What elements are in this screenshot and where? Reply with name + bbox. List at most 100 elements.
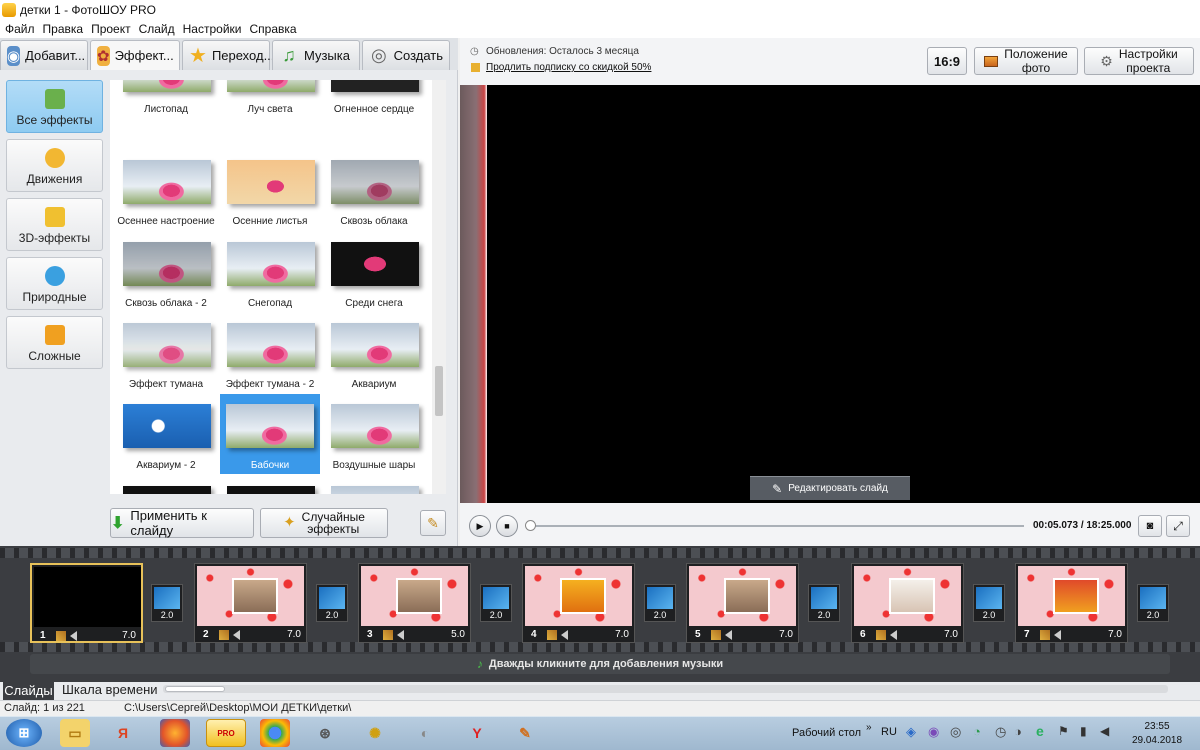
category-all-effects[interactable]: Все эффекты xyxy=(6,80,103,133)
system-clock[interactable]: 23:55 29.04.2018 xyxy=(1122,720,1192,748)
music-hint-text: Дважды кликните для добавления музыки xyxy=(488,658,724,670)
effect-item[interactable]: Снегопад xyxy=(216,240,316,318)
effects-scroll-thumb[interactable] xyxy=(435,366,443,416)
tab-add[interactable]: ◉ Добавит... xyxy=(0,40,88,70)
player-taskbar-icon[interactable]: ✺ xyxy=(360,719,390,747)
photo-position-button[interactable]: Положение фото xyxy=(974,47,1078,75)
start-button[interactable]: ⊞ xyxy=(6,719,42,747)
speaker-taskbar-icon[interactable]: ◐ xyxy=(410,719,440,747)
tab-timeline[interactable]: Шкала времени xyxy=(62,682,158,697)
effect-item[interactable]: Сквозь облака xyxy=(320,158,420,236)
paint-taskbar-icon[interactable]: ✎ xyxy=(510,719,540,747)
transition-thumb[interactable]: 2.0 xyxy=(973,584,1005,622)
menu-settings[interactable]: Настройки xyxy=(183,22,242,36)
play-button[interactable]: ▶ xyxy=(469,515,491,537)
menu-edit[interactable]: Правка xyxy=(43,22,84,36)
effect-item[interactable]: Луч света xyxy=(216,80,316,124)
slide-thumb[interactable]: 4 7.0 xyxy=(522,563,635,643)
category-motion[interactable]: Движения xyxy=(6,139,103,192)
snapshot-button[interactable]: ◙ xyxy=(1138,515,1162,537)
effect-item[interactable]: Эффект тумана - 2 xyxy=(216,321,316,399)
effect-item[interactable] xyxy=(320,484,420,494)
slide-preview[interactable] xyxy=(460,85,1200,503)
effect-item[interactable]: Аквариум - 2 xyxy=(112,402,212,480)
chevron-icon[interactable]: » xyxy=(866,722,872,733)
explorer-taskbar-icon[interactable]: ▭ xyxy=(60,719,90,747)
tray-icon-6[interactable]: ◑ xyxy=(1014,724,1022,739)
tray-icon-5[interactable]: ◷ xyxy=(995,724,1006,740)
network-icon[interactable]: ▮ xyxy=(1080,724,1087,738)
effect-item[interactable]: Аквариум xyxy=(320,321,420,399)
aspect-ratio-button[interactable]: 16:9 xyxy=(927,47,967,75)
transition-thumb[interactable]: 2.0 xyxy=(480,584,512,622)
category-nature[interactable]: Природные xyxy=(6,257,103,310)
tab-music[interactable]: ♫ Музыка xyxy=(272,40,360,70)
category-3d[interactable]: 3D-эффекты xyxy=(6,198,103,251)
menu-slide[interactable]: Слайд xyxy=(139,22,175,36)
slide-thumb[interactable]: 1 7.0 xyxy=(30,563,143,643)
transition-thumb[interactable]: 2.0 xyxy=(808,584,840,622)
slide-thumb[interactable]: 6 7.0 xyxy=(851,563,964,643)
tray-icon-1[interactable]: ◈ xyxy=(906,724,916,740)
effect-item[interactable]: Сквозь облака - 2 xyxy=(112,240,212,318)
effect-item[interactable]: Среди снега xyxy=(320,240,420,318)
project-settings-button[interactable]: ⚙ Настройки проекта xyxy=(1084,47,1194,75)
timeline-scrollbar[interactable] xyxy=(163,685,1168,693)
fullscreen-button[interactable]: ⤢ xyxy=(1166,515,1190,537)
transition-thumb[interactable]: 2.0 xyxy=(151,584,183,622)
effects-scrollbar[interactable] xyxy=(432,80,446,494)
volume-icon[interactable]: ◀ xyxy=(1100,724,1109,738)
playback-handle[interactable] xyxy=(525,520,536,531)
tray-icon-4[interactable]: ◔ xyxy=(973,724,981,739)
edit-slide-button[interactable]: ✎ Редактировать слайд xyxy=(750,476,910,500)
flag-icon[interactable]: ⚑ xyxy=(1058,724,1069,738)
extend-subscription-link[interactable]: Продлить подписку со скидкой 50% xyxy=(486,62,651,73)
fotoshow-taskbar-icon[interactable]: PRO xyxy=(206,719,246,747)
menu-bar: Файл Правка Проект Слайд Настройки Справ… xyxy=(0,20,1200,38)
effect-item[interactable]: Воздушные шары xyxy=(320,402,420,480)
slide-thumb[interactable]: 7 7.0 xyxy=(1015,563,1128,643)
random-effects-button[interactable]: ✦ Случайные эффекты xyxy=(260,508,388,538)
category-label: Сложные xyxy=(28,349,81,363)
e-tray-icon[interactable]: e xyxy=(1036,723,1044,739)
menu-help[interactable]: Справка xyxy=(249,22,296,36)
effect-item[interactable] xyxy=(216,484,316,494)
chrome-taskbar-icon[interactable] xyxy=(260,719,290,747)
tab-transitions[interactable]: ★ Переход... xyxy=(182,40,274,70)
transition-thumb[interactable]: 2.0 xyxy=(644,584,676,622)
effect-item[interactable]: Осенние листья xyxy=(216,158,316,236)
media-taskbar-icon[interactable]: ⊛ xyxy=(310,719,340,747)
tab-slides[interactable]: Слайды xyxy=(3,680,54,700)
category-complex[interactable]: Сложные xyxy=(6,316,103,369)
effect-item[interactable]: Огненное сердце xyxy=(320,80,420,124)
viber-icon[interactable]: ◉ xyxy=(928,724,939,740)
transition-thumb[interactable]: 2.0 xyxy=(1137,584,1169,622)
slide-thumb[interactable]: 3 5.0 xyxy=(358,563,471,643)
timeline-scroll-thumb[interactable] xyxy=(165,686,225,692)
slide-thumb[interactable]: 2 7.0 xyxy=(194,563,307,643)
stop-button[interactable]: ■ xyxy=(496,515,518,537)
music-track-area[interactable]: ♪ Дважды кликните для добавления музыки xyxy=(30,654,1170,674)
slide-thumb[interactable]: 5 7.0 xyxy=(686,563,799,643)
yandex-browser-taskbar-icon[interactable]: Y xyxy=(462,719,492,747)
effect-item[interactable]: Осеннее настроение xyxy=(112,158,215,236)
effect-item[interactable] xyxy=(112,484,212,494)
menu-file[interactable]: Файл xyxy=(5,22,35,36)
firefox-taskbar-icon[interactable] xyxy=(160,719,190,747)
tab-create[interactable]: ◎ Создать xyxy=(362,40,450,70)
menu-project[interactable]: Проект xyxy=(91,22,131,36)
effect-icon xyxy=(876,630,886,640)
desktop-toolbar-label[interactable]: Рабочий стол xyxy=(792,727,861,739)
brush-button[interactable]: ✎ xyxy=(420,510,446,536)
tray-icon-3[interactable]: ◎ xyxy=(950,724,961,740)
effect-item[interactable]: Листопад xyxy=(112,80,212,124)
tab-transitions-label: Переход... xyxy=(211,48,275,63)
apply-to-slide-button[interactable]: ⬇ Применить к слайду xyxy=(110,508,254,538)
effect-item[interactable]: Эффект тумана xyxy=(112,321,212,399)
tab-effects[interactable]: ✿ Эффект... xyxy=(90,40,180,70)
language-indicator[interactable]: RU xyxy=(881,726,897,738)
effect-item-selected[interactable]: Бабочки xyxy=(220,394,320,474)
yandex-taskbar-icon[interactable]: Я xyxy=(108,719,138,747)
transition-thumb[interactable]: 2.0 xyxy=(316,584,348,622)
playback-progress[interactable] xyxy=(531,525,1024,527)
